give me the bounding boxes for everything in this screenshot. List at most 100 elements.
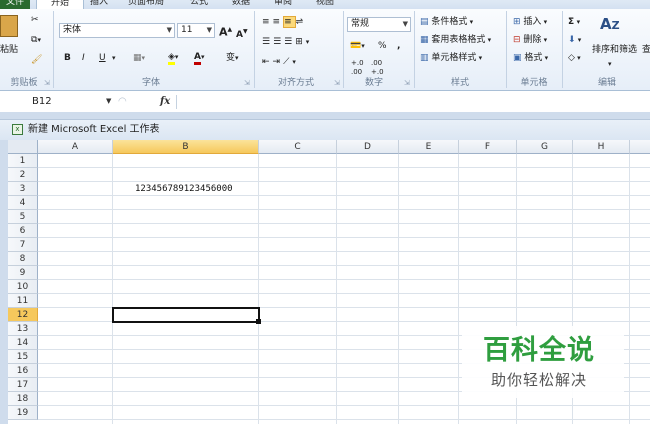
font-launcher-icon[interactable]: ⇲ [244,79,250,87]
row-header-12[interactable]: 12 [8,308,38,322]
formula-input[interactable] [180,93,648,110]
clear-button[interactable]: ◇ ▾ [568,51,581,65]
chevron-down-icon: ▼ [166,26,172,34]
percent-button[interactable]: % [378,39,387,53]
chevron-down-icon[interactable]: ▼ [106,93,111,110]
select-all-corner[interactable] [8,140,38,154]
phonetic-button[interactable]: 变▾ [226,51,239,65]
fill-color-button[interactable]: ◈▾ [168,50,178,65]
bold-button[interactable]: B [64,51,71,65]
conditional-format-label: 条件格式 [431,17,468,27]
cell-styles-button[interactable]: ▥ 单元格样式 ▾ [420,51,482,65]
sort-filter-button[interactable]: 排序和筛选 [592,43,637,57]
column-header-d[interactable]: D [337,140,399,154]
tab-view[interactable]: 视图 [316,0,334,9]
column-header-e[interactable]: E [399,140,459,154]
insert-function-button[interactable]: fx [160,92,170,111]
increase-decimal-button[interactable]: +.0 .00 [351,59,369,77]
sort-filter-icon[interactable]: AZ [600,15,620,35]
align-bottom-icon: ≡ [283,16,296,28]
phonetic-label: 变 [226,53,236,63]
tab-file[interactable]: 文件 [0,0,30,9]
align-middle-icon: ≡ [272,17,284,27]
cell-b3[interactable]: 123456789123456000 [135,182,233,196]
row-header-13[interactable]: 13 [8,322,38,336]
row-header-10[interactable]: 10 [8,280,38,294]
row-header-8[interactable]: 8 [8,252,38,266]
column-header-g[interactable]: G [517,140,573,154]
tab-data[interactable]: 数据 [232,0,250,9]
row-header-5[interactable]: 5 [8,210,38,224]
tab-formulas[interactable]: 公式 [190,0,208,9]
sort-filter-dropdown[interactable]: ▾ [608,57,612,71]
row-header-18[interactable]: 18 [8,392,38,406]
row-header-16[interactable]: 16 [8,364,38,378]
row-header-7[interactable]: 7 [8,238,38,252]
row-header-2[interactable]: 2 [8,168,38,182]
column-header-h[interactable]: H [573,140,630,154]
indent-row[interactable]: ⇤⇥⟋▾ [262,55,299,69]
tab-insert[interactable]: 插入 [90,0,108,9]
row-header-6[interactable]: 6 [8,224,38,238]
font-size-combo[interactable]: 11 ▼ [177,23,215,38]
row-header-19[interactable]: 19 [8,406,38,420]
copy-button[interactable]: ⧉▾ [31,33,41,47]
row-header-1[interactable]: 1 [8,154,38,168]
decrease-decimal-button[interactable]: .00 +.0 [371,59,389,77]
clipboard-launcher-icon[interactable]: ⇲ [44,79,50,87]
delete-cells-button[interactable]: ⊟ 删除 ▾ [513,33,547,47]
insert-icon: ⊞ [513,17,521,27]
merge-center-icon: ⊞ [295,37,306,47]
font-color-button[interactable]: A▾ [194,50,204,65]
format-as-table-button[interactable]: ▦ 套用表格格式 ▾ [420,33,491,47]
underline-dropdown[interactable]: ▾ [112,51,116,65]
row-header-15[interactable]: 15 [8,350,38,364]
row-header-11[interactable]: 11 [8,294,38,308]
align-left-row[interactable]: ☰☰☰⊞▾ [262,35,312,49]
accounting-format-button[interactable]: 💳▾ [350,39,365,53]
name-box[interactable]: B12 [0,93,115,110]
group-divider [343,11,344,88]
format-cells-button[interactable]: ▣ 格式 ▾ [513,51,548,65]
row-header-14[interactable]: 14 [8,336,38,350]
insert-cells-button[interactable]: ⊞ 插入 ▾ [513,15,547,29]
cell-styles-icon: ▥ [420,53,429,63]
align-top-row[interactable]: ≡≡≡⇌ [262,15,306,29]
row-header-17[interactable]: 17 [8,378,38,392]
fill-handle[interactable] [256,319,261,324]
gridline [38,237,650,238]
font-name-combo[interactable]: 宋体 ▼ [59,23,175,38]
active-cell-b12[interactable] [112,307,260,323]
group-divider [53,11,54,88]
font-color-icon: A [194,52,201,65]
cut-button[interactable]: ✂ [31,13,39,27]
number-launcher-icon[interactable]: ⇲ [404,79,410,87]
comma-button[interactable]: , [397,39,400,53]
underline-button[interactable]: U [99,51,106,65]
format-painter-button[interactable]: 🖌 [31,53,42,67]
shrink-font-button[interactable]: A▼ [236,25,248,42]
column-header-a[interactable]: A [38,140,113,154]
row-header-4[interactable]: 4 [8,196,38,210]
fill-button[interactable]: ⬇ ▾ [568,33,581,47]
column-header-c[interactable]: C [259,140,337,154]
column-header-i[interactable]: I [630,140,650,154]
alignment-launcher-icon[interactable]: ⇲ [334,79,340,87]
paste-button[interactable]: 粘贴 [0,13,22,57]
autosum-button[interactable]: Σ ▾ [568,15,580,29]
grow-font-button[interactable]: A▲ [219,23,232,40]
borders-button[interactable]: ▦▾ [133,51,145,65]
number-format-combo[interactable]: 常规 ▼ [347,17,411,32]
tab-home[interactable]: 开始 [36,0,84,9]
find-select-button[interactable]: 查 [642,43,650,57]
tab-page-layout[interactable]: 页面布局 [128,0,164,9]
gridline [38,419,650,420]
column-header-f[interactable]: F [459,140,517,154]
column-header-b[interactable]: B [113,140,259,154]
row-header-9[interactable]: 9 [8,266,38,280]
tab-review[interactable]: 审阅 [274,0,292,9]
row-header-3[interactable]: 3 [8,182,38,196]
conditional-format-button[interactable]: ▤ 条件格式 ▾ [420,15,473,29]
italic-button[interactable]: I [82,51,85,65]
font-name-value: 宋体 [63,25,82,35]
